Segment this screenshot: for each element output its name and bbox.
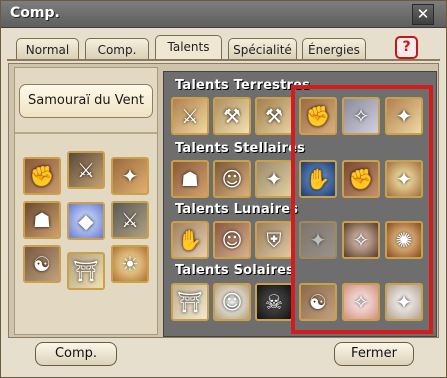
- terrestre-axe-icon[interactable]: ⚒: [213, 97, 251, 135]
- talent-headband-icon[interactable]: ☗: [23, 201, 61, 239]
- tab-divider: [7, 59, 440, 61]
- panel-separator: [15, 132, 157, 134]
- section-lunaires: Talents Lunaires: [175, 202, 299, 217]
- talent-blade-icon[interactable]: ⚔: [67, 151, 105, 189]
- solaire-shrine-icon[interactable]: ⛩: [171, 283, 209, 321]
- talent-gem-icon[interactable]: ◆: [67, 202, 105, 240]
- tab-energies[interactable]: Énergies: [302, 38, 366, 60]
- talent-strike-icon[interactable]: ✦: [111, 157, 149, 195]
- talent-shrine-icon[interactable]: ⛩: [67, 252, 105, 290]
- help-icon[interactable]: ?: [395, 36, 418, 59]
- talent-sun-icon[interactable]: ☀: [111, 245, 149, 283]
- skills-window: Comp. ✕ Normal Comp. Talents Spécialité …: [0, 0, 447, 378]
- solaire-skull-icon[interactable]: ☠: [255, 283, 293, 321]
- section-stellaires: Talents Stellaires: [175, 141, 306, 156]
- fermer-button[interactable]: Fermer: [334, 342, 414, 366]
- lunaire-hands-icon[interactable]: ✋: [171, 221, 209, 259]
- terrestre-hammer-icon[interactable]: ⚒: [255, 97, 293, 135]
- stellaire-weapon-icon[interactable]: ✦: [255, 160, 293, 198]
- tab-normal[interactable]: Normal: [16, 38, 79, 60]
- highlight-frame: [291, 85, 433, 334]
- stellaire-head-icon[interactable]: ☺: [213, 160, 251, 198]
- tab-talents[interactable]: Talents: [155, 35, 222, 60]
- talent-fist-icon[interactable]: ✊: [23, 157, 61, 195]
- title-bar[interactable]: Comp. ✕: [1, 1, 446, 28]
- comp-button[interactable]: Comp.: [35, 342, 117, 366]
- window-title: Comp.: [10, 5, 60, 21]
- class-name-label: Samouraï du Vent: [19, 84, 153, 118]
- solaire-face-icon[interactable]: ☺: [213, 283, 251, 321]
- stellaire-body-icon[interactable]: ☗: [171, 160, 209, 198]
- tab-specialite[interactable]: Spécialité: [228, 38, 297, 60]
- section-terrestres: Talents Terrestres: [175, 78, 311, 93]
- close-icon[interactable]: ✕: [412, 4, 434, 25]
- lunaire-face-icon[interactable]: ☺: [213, 221, 251, 259]
- section-solaires: Talents Solaires: [175, 263, 295, 278]
- talent-monk-icon[interactable]: ☯: [23, 245, 61, 283]
- talent-blades-icon[interactable]: ⚔: [111, 201, 149, 239]
- tab-bar: Normal Comp. Talents Spécialité Énergies…: [1, 35, 446, 61]
- lunaire-shield-icon[interactable]: ⛨: [255, 221, 293, 259]
- tab-comp[interactable]: Comp.: [85, 38, 149, 60]
- terrestre-blade-icon[interactable]: ⚔: [171, 97, 209, 135]
